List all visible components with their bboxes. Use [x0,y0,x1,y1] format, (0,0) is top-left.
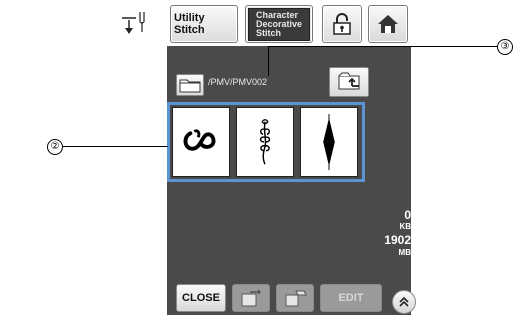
edit-button[interactable]: EDIT [320,284,382,312]
callout-path-leader [269,46,497,47]
current-folder-path: /PMV/PMV002 [208,77,268,87]
diamond-satin-pattern-icon [323,114,335,170]
callout-patterns-leader [62,146,168,147]
pattern-cell-3[interactable] [300,107,358,177]
edit-label: EDIT [338,292,364,304]
pattern-cell-1[interactable] [172,107,230,177]
close-button[interactable]: CLOSE [176,284,226,312]
character-decorative-stitch-label: Character Decorative Stitch [255,9,303,38]
callout-patterns: ② [47,139,63,155]
folder-button[interactable] [176,74,204,96]
scroll-pattern-icon [183,129,216,151]
chevron-up-double-icon [399,296,409,307]
scroll-up-button[interactable] [392,290,416,314]
delete-button[interactable] [276,284,314,312]
used-memory-unit: KB [399,222,411,231]
character-decorative-stitch-button[interactable]: Character Decorative Stitch [245,5,313,43]
lock-icon [333,13,351,35]
utility-stitch-label: Utility Stitch [174,12,205,36]
free-memory-value: 1902 [384,233,411,247]
leaf-sprig-pattern-icon [259,119,271,165]
pattern-cell-2[interactable] [236,107,294,177]
lock-button[interactable] [322,5,362,43]
needle-position-icon [118,10,152,40]
callout-path-leader-vertical [268,46,269,76]
folder-up-icon [338,72,360,90]
home-icon [378,15,398,33]
used-memory-value: 0 [404,208,411,222]
folder-icon [179,79,201,93]
free-memory-unit: MB [398,248,411,257]
home-button[interactable] [368,5,408,43]
close-label: CLOSE [182,292,220,304]
eraser-icon [285,290,307,307]
save-to-memory-button[interactable] [232,284,270,312]
parent-folder-button[interactable] [329,67,369,97]
callout-path: ③ [497,39,513,55]
memory-save-icon [241,289,261,307]
utility-stitch-button[interactable]: Utility Stitch [170,5,238,43]
